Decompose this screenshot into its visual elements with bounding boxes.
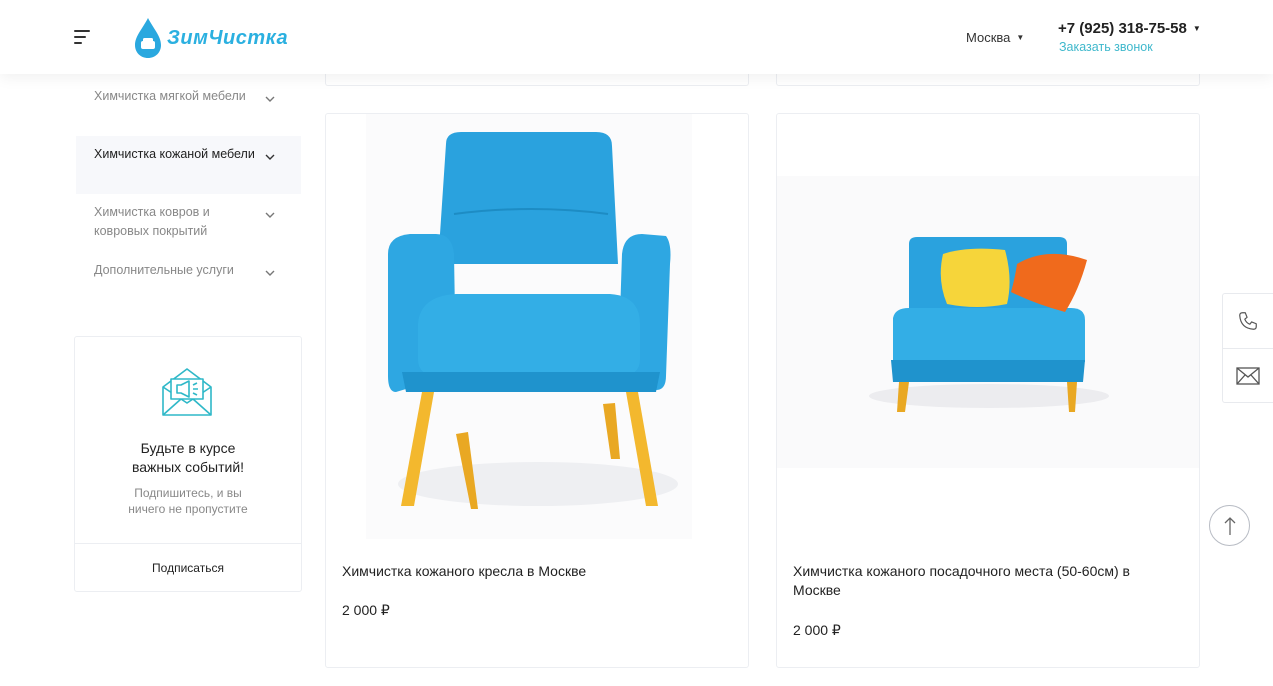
- subscribe-text: Подпишитесь, и вы ничего не пропустите: [75, 485, 301, 517]
- city-label: Москва: [966, 30, 1011, 45]
- product-price: 2 000 ₽: [342, 602, 390, 618]
- sidebar-menu: Химчистка мягкой мебели Химчистка кожано…: [76, 78, 301, 310]
- sidebar-item-soft-furniture[interactable]: Химчистка мягкой мебели: [76, 78, 301, 136]
- subscribe-button[interactable]: Подписаться: [75, 544, 301, 592]
- call-button[interactable]: [1223, 294, 1273, 348]
- logo[interactable]: ЗимЧистка: [133, 16, 288, 60]
- chevron-down-icon[interactable]: [265, 148, 275, 167]
- caret-down-icon: ▼: [1192, 24, 1201, 33]
- subscribe-title-line: важных событий!: [131, 459, 245, 475]
- phone-icon: [1239, 312, 1257, 330]
- menu-icon[interactable]: [74, 30, 94, 46]
- caret-down-icon: ▼: [1016, 33, 1025, 42]
- product-image-armchair[interactable]: [326, 114, 748, 544]
- chevron-down-icon[interactable]: [265, 206, 275, 225]
- product-card[interactable]: Химчистка кожаного кресла в Москве 2 000…: [325, 113, 749, 668]
- product-image-seat-section[interactable]: [777, 114, 1199, 544]
- sidebar-item-leather-furniture[interactable]: Химчистка кожаной мебели: [76, 136, 301, 194]
- sidebar-item-extra-services[interactable]: Дополнительные услуги: [76, 252, 301, 310]
- logo-drop-icon: [135, 18, 161, 58]
- sidebar-item-label: Химчистка кожаной мебели: [94, 147, 255, 161]
- callback-link[interactable]: Заказать звонок: [1059, 40, 1153, 54]
- phone-label: +7 (925) 318-75-58: [1058, 20, 1187, 37]
- product-name[interactable]: Химчистка кожаного посадочного места (50…: [793, 562, 1173, 600]
- sidebar-item-label: Дополнительные услуги: [94, 263, 234, 277]
- email-button[interactable]: [1223, 348, 1273, 402]
- sidebar-item-carpets[interactable]: Химчистка ковров и ковровых покрытий: [76, 194, 301, 252]
- phone-number[interactable]: +7 (925) 318-75-58 ▼: [1058, 20, 1201, 37]
- chevron-down-icon[interactable]: [265, 90, 275, 109]
- subscribe-title: Будьте в курсе важных событий!: [75, 439, 301, 477]
- product-name[interactable]: Химчистка кожаного кресла в Москве: [342, 562, 722, 581]
- subscribe-widget: Будьте в курсе важных событий! Подпишите…: [74, 336, 302, 592]
- subscribe-title-line: Будьте в курсе: [140, 440, 236, 456]
- chevron-down-icon[interactable]: [265, 264, 275, 283]
- mail-icon: [1236, 366, 1260, 385]
- sidebar-item-label: Химчистка ковров и ковровых покрытий: [94, 205, 210, 238]
- arrow-up-icon: [1224, 516, 1235, 535]
- product-price: 2 000 ₽: [793, 622, 841, 638]
- subscribe-text-line: ничего не пропустите: [128, 502, 248, 516]
- scroll-to-top-button[interactable]: [1209, 505, 1250, 546]
- logo-text: ЗимЧистка: [167, 26, 289, 49]
- city-selector[interactable]: Москва ▼: [966, 30, 1024, 45]
- envelope-megaphone-icon: [162, 368, 212, 416]
- sidebar-item-label: Химчистка мягкой мебели: [94, 89, 246, 103]
- product-card[interactable]: Химчистка кожаного посадочного места (50…: [776, 113, 1200, 668]
- subscribe-text-line: Подпишитесь, и вы: [134, 486, 242, 500]
- contact-widget: [1222, 293, 1273, 403]
- site-header: ЗимЧистка Москва ▼ +7 (925) 318-75-58 ▼ За…: [0, 0, 1273, 74]
